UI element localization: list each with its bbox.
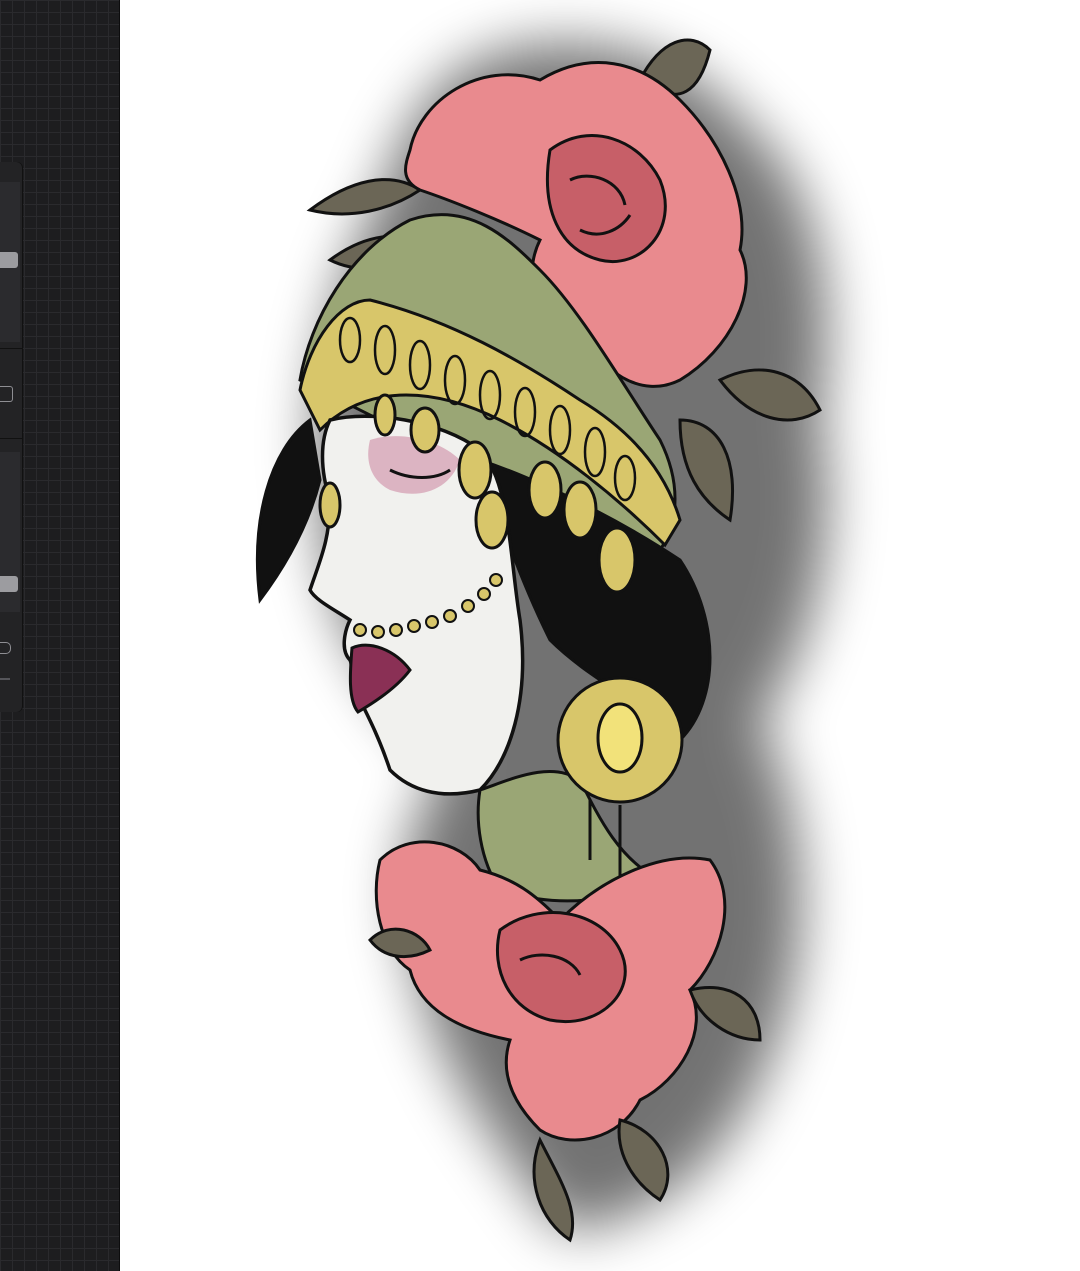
undo-icon[interactable]	[0, 642, 11, 654]
tattoo-artwork	[256, 38, 828, 1243]
brush-size-thumb[interactable]	[0, 252, 18, 268]
redo-icon[interactable]	[0, 678, 10, 680]
opacity-slider[interactable]	[0, 452, 20, 612]
brush-size-slider[interactable]	[0, 182, 20, 342]
opacity-thumb[interactable]	[0, 576, 18, 592]
tool-sidebar	[0, 162, 22, 712]
square-modify-icon[interactable]	[0, 386, 13, 402]
drawing-canvas[interactable]	[120, 0, 1080, 1271]
